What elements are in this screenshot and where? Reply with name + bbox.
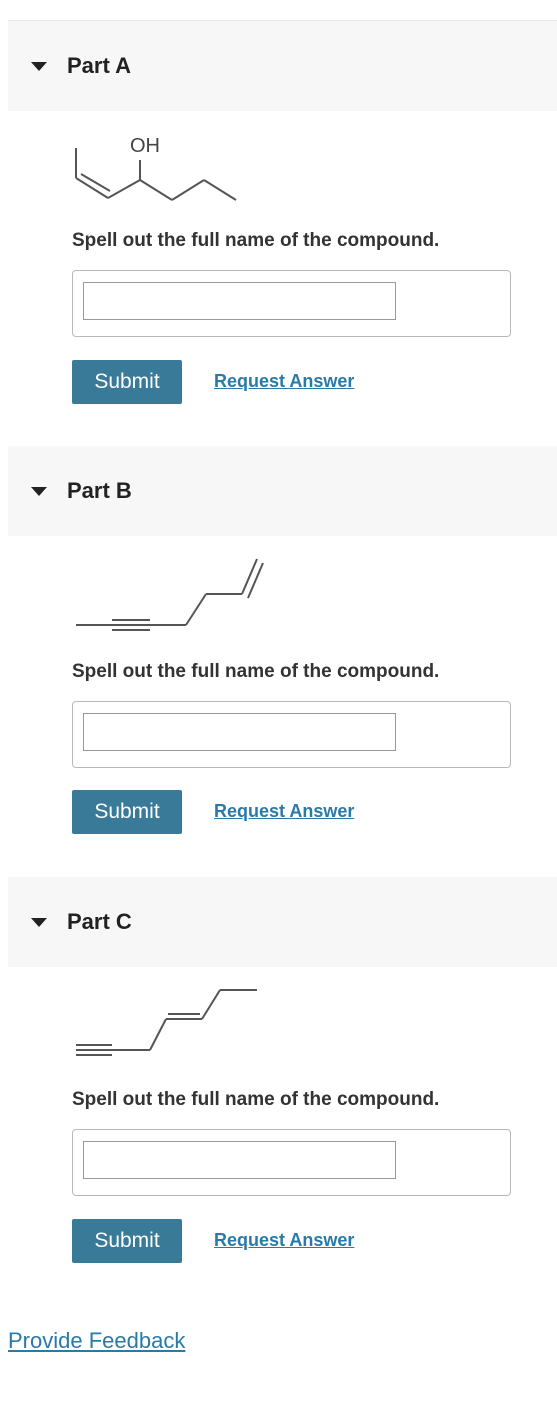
part-a-prompt: Spell out the full name of the compound. bbox=[72, 230, 440, 251]
bond bbox=[203, 179, 237, 201]
double-bond bbox=[247, 562, 264, 599]
part-b-submit-button[interactable]: Submit bbox=[72, 790, 182, 834]
part-a-header[interactable]: Part A bbox=[8, 21, 557, 111]
part-a-title: Part A bbox=[67, 53, 131, 78]
caret-down-icon[interactable] bbox=[31, 917, 47, 927]
part-c-submit-button[interactable]: Submit bbox=[72, 1219, 182, 1263]
part-c-answer-box bbox=[72, 1129, 511, 1196]
bond bbox=[171, 179, 205, 201]
part-b-header[interactable]: Part B bbox=[8, 446, 557, 536]
part-c-header[interactable]: Part C bbox=[8, 877, 557, 967]
bond bbox=[185, 593, 207, 626]
hydroxyl-label: OH bbox=[130, 135, 160, 157]
part-c-answer-input[interactable] bbox=[83, 1141, 396, 1179]
part-a-structure-image: OH bbox=[75, 135, 237, 201]
part-c-structure-image bbox=[76, 989, 257, 1056]
part-a-answer-input[interactable] bbox=[83, 282, 396, 320]
provide-feedback-link[interactable]: Provide Feedback bbox=[8, 1328, 185, 1354]
caret-down-icon[interactable] bbox=[31, 61, 47, 71]
part-b-answer-box bbox=[72, 701, 511, 768]
part-c-title: Part C bbox=[67, 909, 132, 934]
part-b-title: Part B bbox=[67, 478, 132, 503]
bond bbox=[149, 1018, 167, 1051]
double-bond bbox=[80, 173, 111, 192]
double-bond bbox=[241, 558, 258, 595]
part-b-request-answer-link[interactable]: Request Answer bbox=[214, 801, 354, 822]
part-b-prompt: Spell out the full name of the compound. bbox=[72, 661, 440, 682]
bond bbox=[107, 179, 141, 199]
caret-down-icon[interactable] bbox=[31, 486, 47, 496]
part-b-answer-input[interactable] bbox=[83, 713, 396, 751]
part-c-prompt: Spell out the full name of the compound. bbox=[72, 1089, 440, 1110]
bond bbox=[139, 179, 173, 201]
part-a-request-answer-link[interactable]: Request Answer bbox=[214, 371, 354, 392]
part-c-request-answer-link[interactable]: Request Answer bbox=[214, 1230, 354, 1251]
part-a-answer-box bbox=[72, 270, 511, 337]
part-c-section: Part C Spell out the full name of the co… bbox=[8, 877, 557, 1277]
part-a-submit-button[interactable]: Submit bbox=[72, 360, 182, 404]
bond bbox=[201, 989, 221, 1020]
part-a-section: Part A OH Spell out the full name of the… bbox=[8, 21, 557, 421]
part-b-structure-image bbox=[76, 558, 264, 631]
part-b-section: Part B Spell out the full name of the co… bbox=[8, 446, 557, 846]
